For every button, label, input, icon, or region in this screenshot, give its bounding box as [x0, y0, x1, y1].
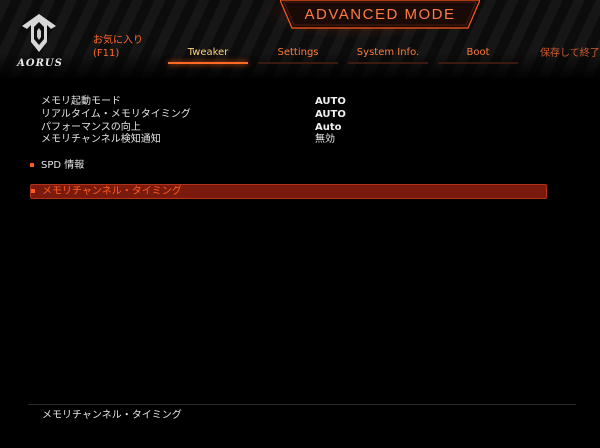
setting-value[interactable]: 無効: [315, 134, 335, 146]
bullet-icon: [30, 163, 34, 167]
tab-settings[interactable]: Settings: [258, 46, 338, 64]
favorites-button[interactable]: お気に入り (F11): [93, 34, 143, 60]
tab-label: Tweaker: [187, 47, 229, 58]
setting-realtime-memory-timing[interactable]: リアルタイム・メモリタイミング AUTO: [41, 109, 541, 121]
favorites-shortcut: (F11): [93, 48, 120, 59]
setting-label: メモリ起動モード: [41, 96, 121, 107]
mode-title: ADVANCED MODE: [304, 6, 456, 23]
tab-tweaker[interactable]: Tweaker: [168, 46, 248, 64]
aorus-logo: AORUS: [8, 12, 70, 72]
setting-performance-enhance[interactable]: パフォーマンスの向上 Auto: [41, 122, 541, 134]
brand-name: AORUS: [17, 58, 63, 69]
mode-plate: ADVANCED MODE: [280, 0, 480, 30]
tab-label: System Info.: [356, 47, 420, 58]
header-bar: AORUS ADVANCED MODE お気に入り (F11) Tweaker …: [0, 0, 600, 78]
setting-label: メモリチャンネル検知通知: [41, 134, 161, 145]
setting-memory-channel-detect[interactable]: メモリチャンネル検知通知 無効: [41, 134, 541, 146]
setting-value[interactable]: AUTO: [315, 109, 346, 121]
setting-label: リアルタイム・メモリタイミング: [41, 109, 191, 120]
tab-system-info[interactable]: System Info.: [348, 46, 428, 64]
tab-boot[interactable]: Boot: [438, 46, 518, 64]
bullet-icon: [31, 189, 35, 193]
tab-label: Boot: [466, 47, 490, 58]
help-text: メモリチャンネル・タイミング: [42, 410, 182, 421]
favorites-label: お気に入り: [93, 35, 143, 46]
submenu-label: SPD 情報: [41, 160, 85, 171]
setting-value[interactable]: Auto: [315, 122, 342, 134]
submenu-label: メモリチャンネル・タイミング: [42, 186, 182, 197]
eagle-icon: [22, 14, 56, 52]
submenu-memory-channel-timing[interactable]: メモリチャンネル・タイミング: [30, 184, 547, 199]
setting-label: パフォーマンスの向上: [41, 122, 141, 133]
setting-value[interactable]: AUTO: [315, 96, 346, 108]
tab-label: Settings: [277, 47, 319, 58]
help-divider: [28, 404, 576, 405]
setting-memory-boot-mode[interactable]: メモリ起動モード AUTO: [41, 96, 541, 108]
save-exit-button[interactable]: 保存して終了: [540, 44, 600, 59]
bios-screen: AORUS ADVANCED MODE お気に入り (F11) Tweaker …: [0, 0, 600, 448]
